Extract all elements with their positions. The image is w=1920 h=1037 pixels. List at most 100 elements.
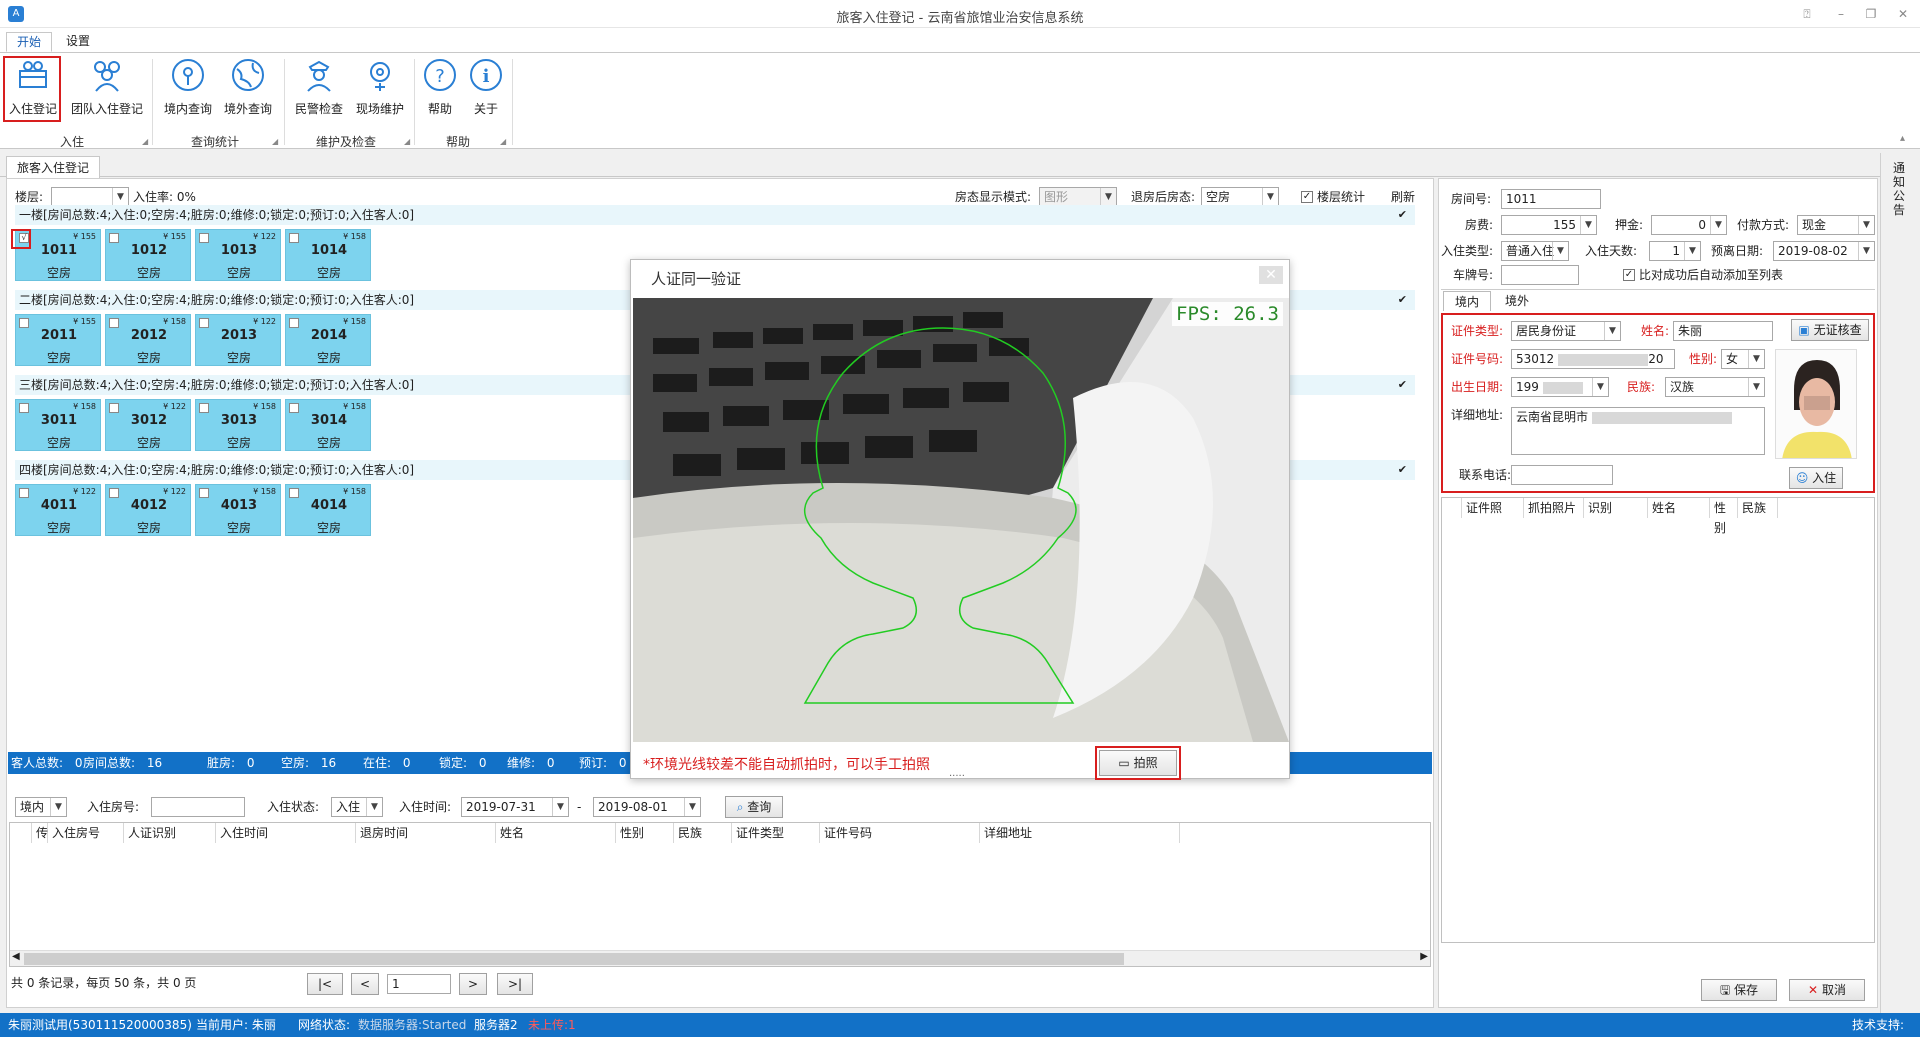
room-checkbox[interactable] xyxy=(289,233,299,243)
collapse-chevron-icon[interactable]: ✔ xyxy=(1398,375,1407,395)
floor-stats-checkbox[interactable]: ✓ xyxy=(1301,191,1313,203)
after-checkout-select[interactable]: 空房 ▼ xyxy=(1201,187,1279,207)
leave-date-input[interactable]: 2019-08-02 ▼ xyxy=(1773,241,1875,261)
resize-grip[interactable]: ..... xyxy=(949,768,965,779)
column-header[interactable]: 抓拍照片 xyxy=(1524,498,1584,518)
column-header[interactable]: 民族 xyxy=(674,823,732,843)
status-select[interactable]: 入住 ▼ xyxy=(331,797,383,817)
room-tile[interactable]: ¥ 155 1012 空房 xyxy=(105,229,191,281)
room-tile[interactable]: ¥ 158 2014 空房 xyxy=(285,314,371,366)
no-id-check-button[interactable]: ▣ 无证核查 xyxy=(1791,319,1869,341)
column-header[interactable]: 姓名 xyxy=(1648,498,1710,518)
room-checkbox[interactable] xyxy=(289,403,299,413)
last-page-button[interactable]: >| xyxy=(497,973,533,995)
room-tile[interactable]: ¥ 158 4013 空房 xyxy=(195,484,281,536)
scroll-left-icon[interactable]: ◀ xyxy=(12,951,20,962)
group-expander-icon[interactable]: ◢ xyxy=(272,137,278,146)
about-button[interactable]: i 关于 xyxy=(466,57,506,119)
pay-select[interactable]: 现金 ▼ xyxy=(1797,215,1875,235)
notice-tab[interactable]: 通知公告 xyxy=(1893,161,1907,217)
room-tile[interactable]: ¥ 158 3014 空房 xyxy=(285,399,371,451)
close-icon[interactable]: ✕ xyxy=(1259,266,1283,284)
tab-guest-checkin[interactable]: 旅客入住登记 xyxy=(6,156,101,178)
column-header[interactable]: 证件号码 xyxy=(820,823,980,843)
room-checkbox[interactable] xyxy=(199,318,209,328)
tab-domestic[interactable]: 境内 xyxy=(1443,291,1491,311)
fee-input[interactable]: 155 ▼ xyxy=(1501,215,1597,235)
column-header[interactable]: 姓名 xyxy=(496,823,616,843)
scroll-right-icon[interactable]: ▶ xyxy=(1420,951,1428,962)
collapse-ribbon-icon[interactable]: ▴ xyxy=(1900,133,1905,144)
column-header[interactable]: 详细地址 xyxy=(980,823,1180,843)
collapse-chevron-icon[interactable]: ✔ xyxy=(1398,290,1407,310)
room-number-input[interactable]: 1011 xyxy=(1501,189,1601,209)
prev-page-button[interactable]: < xyxy=(351,973,379,995)
room-checkbox[interactable] xyxy=(289,318,299,328)
floor-header[interactable]: 一楼[房间总数:4;入住:0;空房:4;脏房:0;维修:0;锁定:0;预订:0;… xyxy=(15,205,1415,225)
sex-select[interactable]: 女 ▼ xyxy=(1721,349,1765,369)
column-header[interactable]: 证件类型 xyxy=(732,823,820,843)
column-header[interactable]: 入住房号 xyxy=(48,823,124,843)
column-header[interactable]: 民族 xyxy=(1738,498,1778,518)
column-header[interactable]: 传 xyxy=(32,823,48,843)
restore-icon[interactable]: ❐ xyxy=(1860,5,1882,23)
room-no-input[interactable] xyxy=(151,797,245,817)
date-to-input[interactable]: 2019-08-01 ▼ xyxy=(593,797,701,817)
scrollbar-thumb[interactable] xyxy=(24,953,1124,965)
first-page-button[interactable]: |< xyxy=(307,973,343,995)
room-tile[interactable]: ¥ 122 4012 空房 xyxy=(105,484,191,536)
room-tile[interactable]: ¥ 122 1013 空房 xyxy=(195,229,281,281)
room-checkbox[interactable] xyxy=(19,403,29,413)
site-maintenance-button[interactable]: 现场维护 xyxy=(352,57,408,119)
cancel-button[interactable]: ✕ 取消 xyxy=(1789,979,1865,1001)
room-tile[interactable]: ¥ 158 3013 空房 xyxy=(195,399,281,451)
collapse-chevron-icon[interactable]: ✔ xyxy=(1398,460,1407,480)
display-mode-select[interactable]: 图形 ▼ xyxy=(1039,187,1117,207)
room-checkbox[interactable] xyxy=(19,488,29,498)
date-from-input[interactable]: 2019-07-31 ▼ xyxy=(461,797,569,817)
phone-input[interactable] xyxy=(1511,465,1613,485)
room-checkbox[interactable] xyxy=(199,403,209,413)
close-icon[interactable]: ✕ xyxy=(1892,5,1914,23)
page-input[interactable]: 1 xyxy=(387,974,451,994)
room-tile[interactable]: ¥ 158 2012 空房 xyxy=(105,314,191,366)
column-header[interactable]: 退房时间 xyxy=(356,823,496,843)
auto-add-checkbox[interactable]: ✓ xyxy=(1623,269,1635,281)
help-button[interactable]: ? 帮助 xyxy=(420,57,460,119)
column-header[interactable]: 人证识别 xyxy=(124,823,216,843)
room-checkbox[interactable] xyxy=(19,318,29,328)
room-checkbox[interactable] xyxy=(109,318,119,328)
room-checkbox[interactable] xyxy=(109,403,119,413)
name-input[interactable]: 朱丽 xyxy=(1673,321,1773,341)
room-tile[interactable]: ¥ 122 4011 空房 xyxy=(15,484,101,536)
column-header[interactable]: 入住时间 xyxy=(216,823,356,843)
group-expander-icon[interactable]: ◢ xyxy=(500,137,506,146)
column-header[interactable]: 识别 xyxy=(1584,498,1648,518)
id-number-input[interactable]: 53012 20 xyxy=(1511,349,1675,369)
group-expander-icon[interactable]: ◢ xyxy=(142,137,148,146)
foreign-query-button[interactable]: 境外查询 xyxy=(220,57,276,119)
domestic-query-button[interactable]: 境内查询 xyxy=(160,57,216,119)
room-tile[interactable]: ¥ 158 4014 空房 xyxy=(285,484,371,536)
column-header[interactable] xyxy=(1442,498,1462,518)
room-checkbox[interactable] xyxy=(109,488,119,498)
address-input[interactable]: 云南省昆明市 xyxy=(1511,407,1765,455)
column-header[interactable]: 证件照 xyxy=(1462,498,1524,518)
plate-input[interactable] xyxy=(1501,265,1579,285)
group-checkin-button[interactable]: 团队入住登记 xyxy=(70,57,144,119)
search-button[interactable]: ⌕ 查询 xyxy=(725,796,783,818)
room-checkbox[interactable] xyxy=(199,233,209,243)
refresh-button[interactable]: 刷新 xyxy=(1391,187,1415,207)
nation-select[interactable]: 汉族 ▼ xyxy=(1665,377,1765,397)
group-expander-icon[interactable]: ◢ xyxy=(404,137,410,146)
type-select[interactable]: 普通入住 ▼ xyxy=(1501,241,1569,261)
tab-settings[interactable]: 设置 xyxy=(56,32,100,52)
room-tile[interactable]: ¥ 158 3011 空房 xyxy=(15,399,101,451)
tab-foreign[interactable]: 境外 xyxy=(1493,291,1541,311)
scope-select[interactable]: 境内 ▼ xyxy=(15,797,67,817)
help-window-icon[interactable]: ⍰ xyxy=(1796,5,1818,23)
id-type-select[interactable]: 居民身份证 ▼ xyxy=(1511,321,1621,341)
room-tile[interactable]: ¥ 155 2011 空房 xyxy=(15,314,101,366)
room-tile[interactable]: ¥ 158 1014 空房 xyxy=(285,229,371,281)
column-header[interactable] xyxy=(10,823,32,843)
